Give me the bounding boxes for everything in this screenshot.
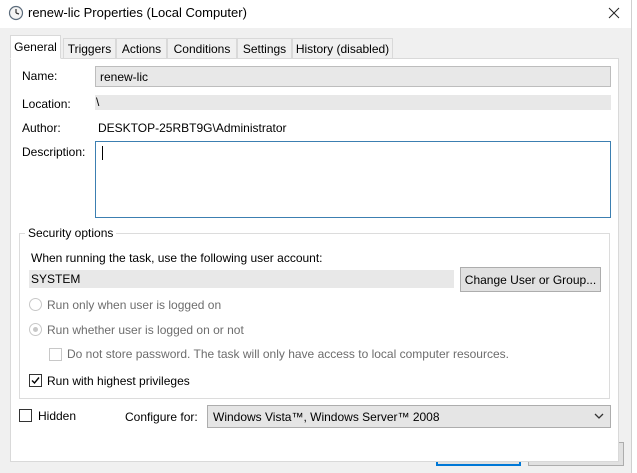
- tab-actions[interactable]: Actions: [116, 38, 167, 58]
- name-label: Name:: [22, 69, 58, 83]
- location-field: [95, 95, 611, 110]
- configure-for-label: Configure for:: [125, 410, 198, 424]
- run-whether-logged-on-radio[interactable]: [29, 323, 42, 336]
- name-value: renew-lic: [100, 70, 149, 84]
- highest-privileges-label: Run with highest privileges: [47, 374, 190, 388]
- tab-triggers[interactable]: Triggers: [63, 38, 116, 58]
- window-title: renew-lic Properties (Local Computer): [28, 5, 247, 20]
- configure-for-value: Windows Vista™, Windows Server™ 2008: [213, 409, 440, 424]
- account-prompt: When running the task, use the following…: [31, 251, 323, 265]
- do-not-store-password-label: Do not store password. The task will onl…: [67, 347, 509, 361]
- change-user-button[interactable]: Change User or Group...: [460, 267, 601, 292]
- background-window-edge: [631, 0, 637, 473]
- text-caret: [102, 146, 103, 160]
- tab-settings[interactable]: Settings: [237, 38, 292, 58]
- clock-icon: [8, 5, 24, 21]
- chevron-down-icon: [594, 413, 604, 419]
- run-only-logged-on-label: Run only when user is logged on: [47, 298, 222, 312]
- tab-general[interactable]: General: [10, 35, 61, 59]
- description-field[interactable]: [95, 141, 611, 218]
- hidden-label: Hidden: [38, 409, 77, 423]
- configure-for-select[interactable]: Windows Vista™, Windows Server™ 2008: [207, 405, 611, 428]
- run-only-logged-on-radio[interactable]: [29, 298, 42, 311]
- checkmark-icon: [31, 377, 40, 385]
- close-button[interactable]: [596, 0, 631, 26]
- run-whether-logged-on-label: Run whether user is logged on or not: [47, 323, 244, 337]
- close-icon: [608, 7, 619, 19]
- location-label: Location:: [22, 97, 71, 111]
- location-value: \: [96, 95, 100, 109]
- user-account-field: SYSTEM: [29, 270, 454, 288]
- author-value: DESKTOP-25RBT9G\Administrator: [98, 121, 287, 135]
- name-field[interactable]: renew-lic: [95, 66, 611, 87]
- description-label: Description:: [22, 145, 86, 159]
- do-not-store-password-checkbox[interactable]: [49, 348, 62, 361]
- security-options-legend: Security options: [25, 226, 117, 240]
- hidden-checkbox[interactable]: [19, 409, 32, 422]
- highest-privileges-checkbox[interactable]: [29, 374, 42, 387]
- author-label: Author:: [22, 121, 61, 135]
- tab-history[interactable]: History (disabled): [292, 38, 393, 58]
- user-account-value: SYSTEM: [31, 272, 81, 286]
- tab-conditions[interactable]: Conditions: [167, 38, 237, 58]
